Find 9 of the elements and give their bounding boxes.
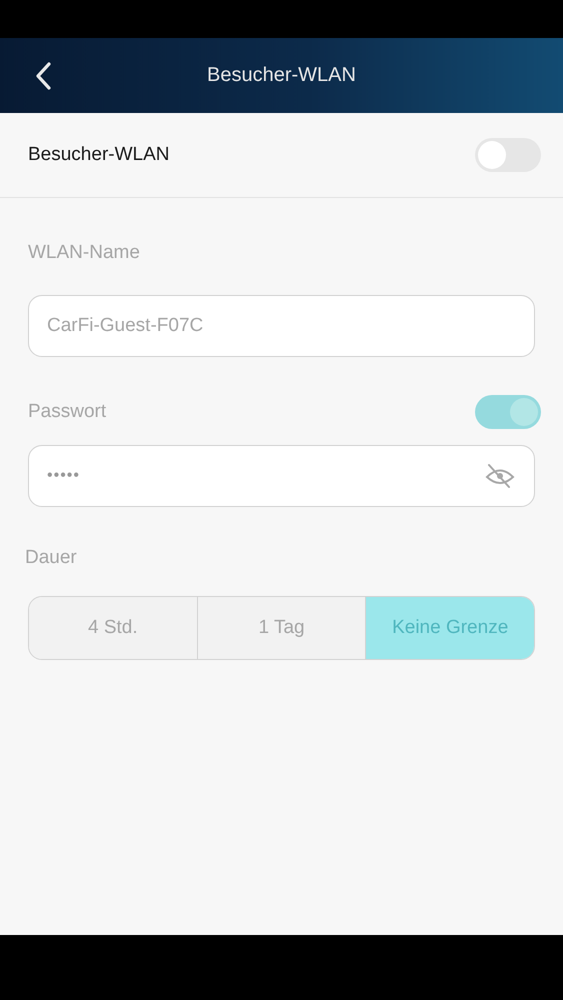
field-label: Passwort [28, 401, 106, 423]
back-icon[interactable] [34, 60, 52, 90]
hidden-eye-icon[interactable] [484, 463, 516, 489]
field-label: WLAN-Name [28, 242, 140, 264]
field-label: Dauer [25, 547, 77, 569]
setting-label: Besucher-WLAN [28, 144, 170, 166]
toggle-switch[interactable] [475, 138, 541, 172]
screen-title: Besucher-WLAN [207, 64, 356, 87]
masked-password: ••••• [47, 467, 82, 485]
